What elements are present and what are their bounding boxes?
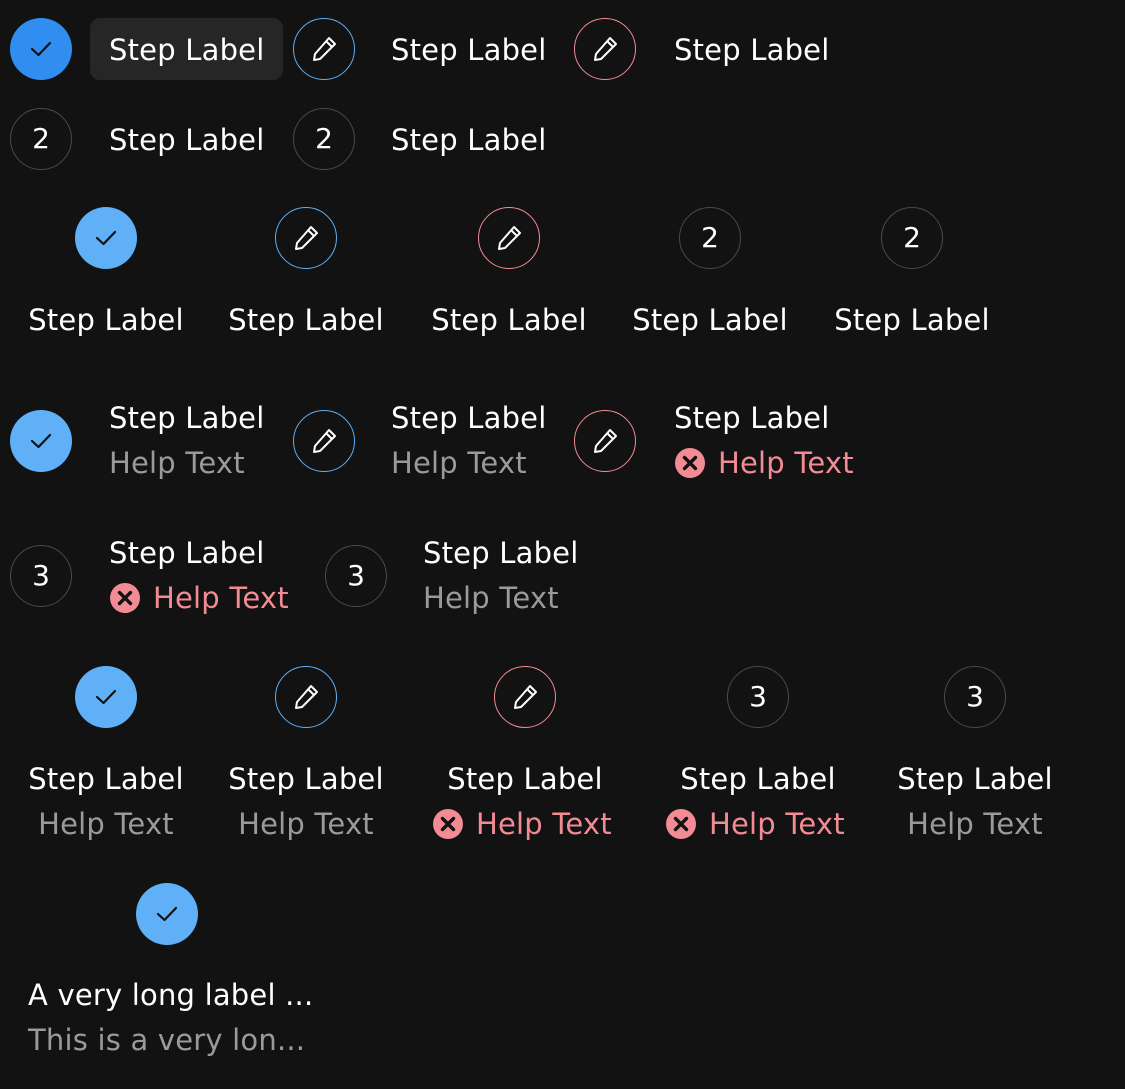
step-label: Step Label [228,303,384,337]
step-label: Step Label [447,762,603,796]
pencil-icon [289,680,323,714]
step-indicator-completed [10,410,72,472]
step-indicator-error [494,666,556,728]
step-indicator-number: 2 [293,108,355,170]
check-icon [91,682,121,712]
step-indicator-error [574,410,636,472]
pencil-icon [588,424,622,458]
step-indicator-error [478,207,540,269]
step-help-text: Help Text [238,807,374,841]
step-help-text: Help Text [153,580,289,615]
step-indicator-editing [275,666,337,728]
step-number: 3 [32,559,50,592]
step-label: Step Label [109,536,265,570]
step-label: Step Label [228,762,384,796]
step-label: Step Label [28,762,184,796]
step-number: 3 [966,680,984,713]
pencil-icon [307,424,341,458]
pencil-icon [289,221,323,255]
step-indicator-completed [10,18,72,80]
step-number: 2 [903,221,921,254]
step-help-error: Help Text [674,447,854,479]
step-number: 2 [315,122,333,155]
step-indicator-completed [75,207,137,269]
step-indicator-number: 2 [881,207,943,269]
step-number: 3 [749,680,767,713]
step-indicator-number: 2 [10,108,72,170]
step-number: 3 [347,559,365,592]
step-help-text: Help Text [391,446,527,480]
step-label: Step Label [674,33,830,67]
step-help-text: Help Text [423,581,559,615]
step-label: Step Label [834,303,990,337]
error-circle-icon [432,808,464,840]
error-circle-icon [674,447,706,479]
step-label: Step Label [109,33,265,67]
step-number: 2 [701,221,719,254]
step-help-text: Help Text [38,807,174,841]
step-indicator-error [574,18,636,80]
step-indicator-number: 3 [727,666,789,728]
step-label: Step Label [391,33,547,67]
step-label: Step Label [109,401,265,435]
step-help-text: Help Text [718,445,854,480]
step-label: Step Label [431,303,587,337]
step-help-text: This is a very lon... [28,1023,306,1057]
check-icon [26,34,56,64]
step-label: Step Label [391,123,547,157]
step-label: Step Label [674,401,830,435]
pencil-icon [492,221,526,255]
step-label: Step Label [109,123,265,157]
step-label: Step Label [632,303,788,337]
step-help-error: Help Text [665,808,845,840]
step-help-text: Help Text [907,807,1043,841]
step-help-error: Help Text [109,582,289,614]
check-icon [91,223,121,253]
step-indicator-number: 3 [325,545,387,607]
step-help-text: Help Text [109,446,245,480]
step-help-text: Help Text [709,806,845,841]
step-indicator-editing [275,207,337,269]
error-circle-icon [109,582,141,614]
step-number: 2 [32,122,50,155]
step-label: Step Label [423,536,579,570]
step-indicator-number: 3 [944,666,1006,728]
check-icon [152,899,182,929]
step-indicator-editing [293,410,355,472]
step-label: A very long label ... [28,978,314,1012]
step-label: Step Label [391,401,547,435]
error-circle-icon [665,808,697,840]
step-label: Step Label [680,762,836,796]
step-label: Step Label [897,762,1053,796]
step-indicator-editing [293,18,355,80]
pencil-icon [588,32,622,66]
step-indicator-completed [136,883,198,945]
step-indicator-number: 2 [679,207,741,269]
step-indicator-completed [75,666,137,728]
step-label: Step Label [28,303,184,337]
step-help-text: Help Text [476,806,612,841]
pencil-icon [508,680,542,714]
step-help-error: Help Text [432,808,612,840]
step-indicator-number: 3 [10,545,72,607]
check-icon [26,426,56,456]
pencil-icon [307,32,341,66]
